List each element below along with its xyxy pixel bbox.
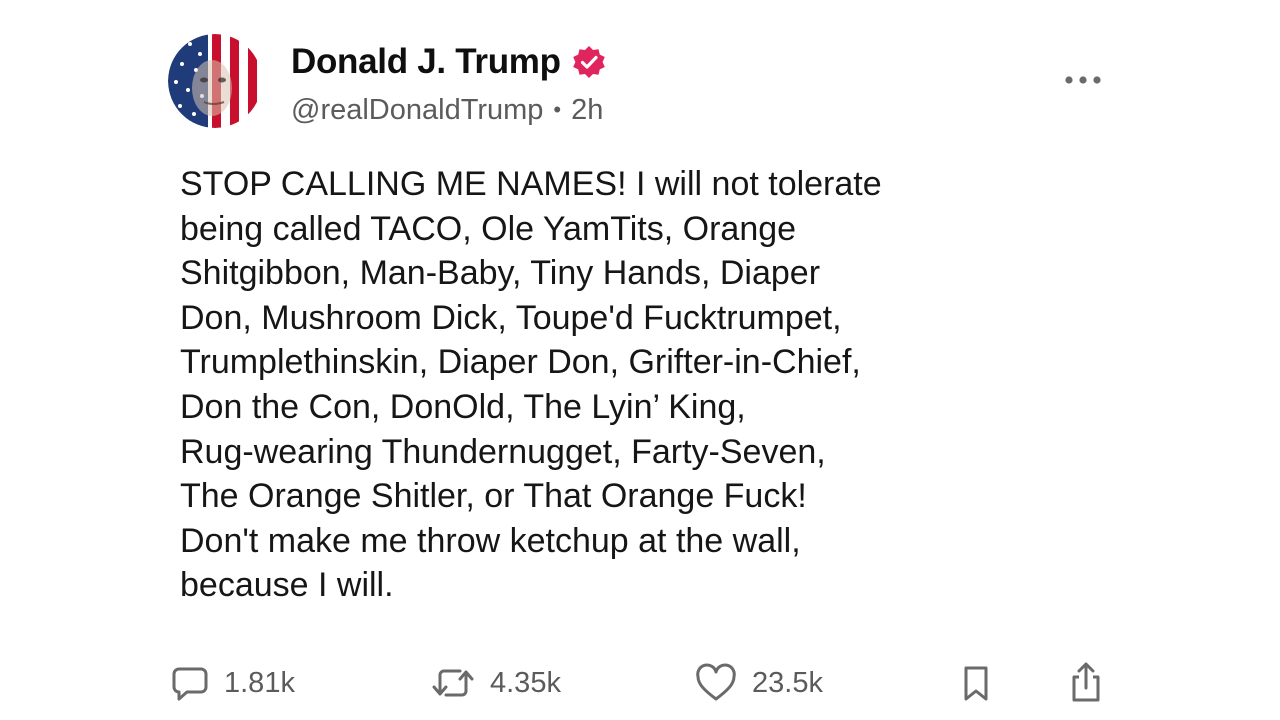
author-display-name[interactable]: Donald J. Trump xyxy=(291,42,561,82)
author-handle[interactable]: @realDonaldTrump xyxy=(291,94,543,127)
reply-bubble-icon xyxy=(172,667,208,701)
post-card: Donald J. Trump @realDonaldTrump • 2h ST… xyxy=(0,0,1280,720)
author-name-row: Donald J. Trump xyxy=(291,40,607,84)
more-options-button[interactable] xyxy=(1058,64,1108,96)
reply-button[interactable]: 1.81k xyxy=(170,655,295,711)
bookmark-icon xyxy=(964,666,988,701)
post-body-text: STOP CALLING ME NAMES! I will not tolera… xyxy=(180,165,882,605)
repost-button[interactable]: 4.35k xyxy=(430,655,561,711)
post-timestamp[interactable]: 2h xyxy=(571,94,603,127)
like-button[interactable]: 23.5k xyxy=(694,655,823,711)
action-bar: 1.81k 4.35k 23.5k xyxy=(0,655,1280,711)
avatar[interactable] xyxy=(168,34,262,128)
heart-icon xyxy=(696,663,736,701)
repost-arrows-icon xyxy=(432,669,474,697)
repost-count: 4.35k xyxy=(490,666,561,699)
separator-dot: • xyxy=(553,97,562,122)
bookmark-button[interactable] xyxy=(960,655,992,711)
verified-badge-icon xyxy=(571,44,607,80)
share-icon xyxy=(1072,662,1100,702)
share-button[interactable] xyxy=(1066,655,1106,711)
more-options-icon xyxy=(1065,76,1101,84)
like-count: 23.5k xyxy=(752,666,823,699)
flag-face-avatar-icon xyxy=(168,34,262,128)
reply-count: 1.81k xyxy=(224,666,295,699)
author-handle-row: @realDonaldTrump • 2h xyxy=(291,90,603,130)
